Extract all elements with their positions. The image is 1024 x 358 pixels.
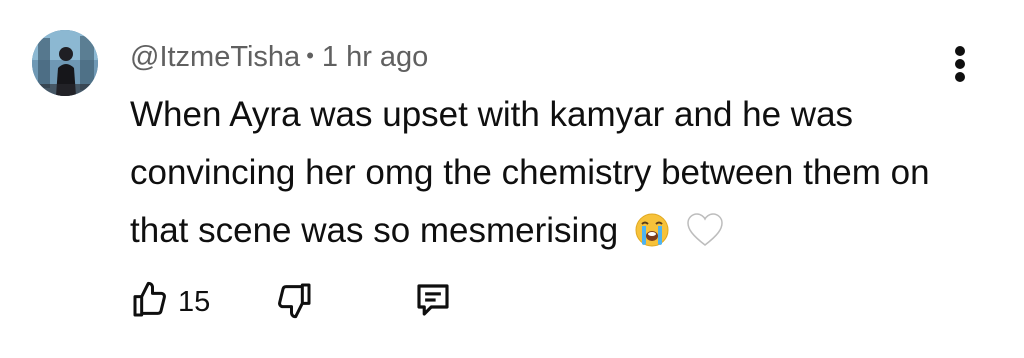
meta-separator: • (306, 43, 314, 68)
reply-button[interactable] (412, 280, 454, 324)
thumbs-up-icon (130, 280, 170, 325)
avatar[interactable] (32, 30, 98, 96)
comment-text: When Ayra was upset with kamyar and he w… (130, 95, 930, 250)
dislike-button[interactable] (274, 280, 314, 324)
white-heart-emoji (686, 208, 724, 266)
loudly-crying-face-emoji (634, 208, 670, 266)
thumbs-down-icon (274, 280, 314, 325)
like-count: 15 (178, 285, 211, 318)
avatar-image (32, 30, 98, 96)
like-button[interactable]: 15 (130, 280, 210, 324)
comment-header: @ItzmeTisha • 1 hr ago (130, 36, 428, 77)
comment-reply-icon (412, 279, 454, 326)
comment-timestamp[interactable]: 1 hr ago (322, 41, 428, 73)
author-name[interactable]: @ItzmeTisha (130, 41, 300, 73)
comment-body: When Ayra was upset with kamyar and he w… (130, 86, 950, 266)
more-vertical-icon[interactable] (946, 42, 974, 86)
comment-item: @ItzmeTisha • 1 hr ago When Ayra was upset… (0, 0, 1024, 358)
